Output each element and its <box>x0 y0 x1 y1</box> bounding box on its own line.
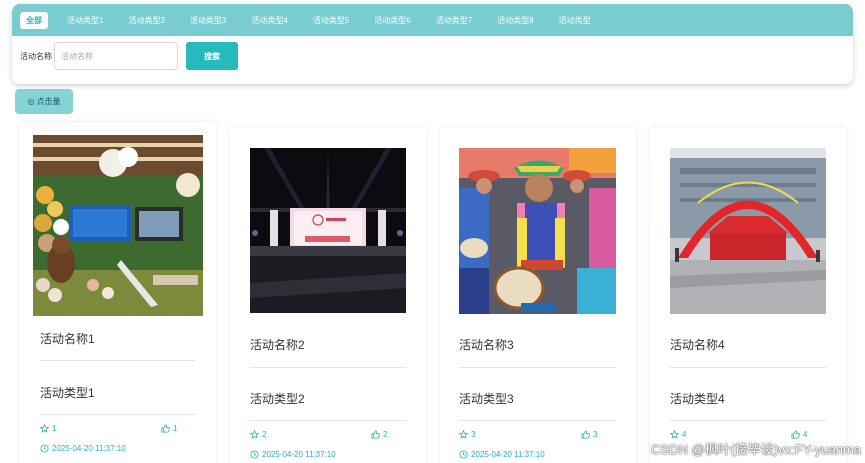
sort-label: 点击量 <box>36 97 61 106</box>
activity-card[interactable]: 活动名称3 活动类型3 3 3 2025-04-20 11:37:10 <box>440 127 636 463</box>
activity-type: 活动类型1 <box>40 386 95 400</box>
divider <box>40 414 195 415</box>
divider <box>40 360 195 361</box>
watermark: CSDN @枫叶(接毕设)vx:FY-yuanma <box>651 442 861 457</box>
like-count-value: 3 <box>593 430 598 439</box>
tab-all[interactable]: 全部 <box>20 11 48 29</box>
activity-image[interactable] <box>459 148 616 314</box>
activity-name: 活动名称4 <box>670 338 725 352</box>
tab-type-1[interactable]: 活动类型1 <box>61 12 109 29</box>
view-count: 1 <box>40 424 56 433</box>
activity-name: 活动名称3 <box>459 338 514 352</box>
search-row: 活动名称 搜索 <box>20 42 238 70</box>
like-count: 2 <box>371 430 387 439</box>
divider <box>459 420 616 421</box>
search-input[interactable] <box>54 42 178 70</box>
search-button[interactable]: 搜索 <box>186 42 238 70</box>
search-label: 活动名称 <box>20 51 52 61</box>
thumbs-up-icon <box>791 430 800 439</box>
like-count-value: 2 <box>383 430 388 439</box>
activity-date-value: 2025-04-20 11:37:10 <box>471 450 545 459</box>
tab-type-2[interactable]: 活动类型2 <box>122 12 170 29</box>
tab-type-9[interactable]: 活动类型 <box>553 12 597 29</box>
activity-card[interactable]: 活动名称2 活动类型2 2 2 2025-04-20 11:37:10 <box>230 127 426 463</box>
like-count: 4 <box>791 430 807 439</box>
activity-type: 活动类型3 <box>459 392 514 406</box>
divider <box>670 367 826 368</box>
view-count-value: 3 <box>471 430 476 439</box>
drum-parade-photo <box>459 148 616 314</box>
star-icon <box>459 430 468 439</box>
activity-date-value: 2025-04-20 11:37:10 <box>52 444 126 453</box>
view-count-value: 1 <box>52 424 57 433</box>
outdoor-arch-photo <box>670 148 826 314</box>
view-count: 3 <box>459 430 475 439</box>
eye-icon: ◎ <box>27 97 35 106</box>
sort-by-views-button[interactable]: ◎ 点击量 <box>15 89 73 114</box>
activity-image[interactable] <box>250 148 406 313</box>
thumbs-up-icon <box>581 430 590 439</box>
tab-type-7[interactable]: 活动类型7 <box>430 12 478 29</box>
tab-type-4[interactable]: 活动类型4 <box>245 12 293 29</box>
stage-event-photo <box>250 148 406 313</box>
view-count: 4 <box>670 430 686 439</box>
divider <box>459 367 616 368</box>
like-count: 1 <box>161 424 177 433</box>
tab-type-8[interactable]: 活动类型8 <box>491 12 539 29</box>
clock-icon <box>250 450 259 459</box>
tab-type-3[interactable]: 活动类型3 <box>184 12 232 29</box>
view-count-value: 4 <box>682 430 687 439</box>
divider <box>250 367 406 368</box>
like-count-value: 1 <box>173 424 178 433</box>
activity-type: 活动类型2 <box>250 392 305 406</box>
tab-type-5[interactable]: 活动类型5 <box>307 12 355 29</box>
view-count: 2 <box>250 430 266 439</box>
clock-icon <box>40 444 49 453</box>
activity-type: 活动类型4 <box>670 392 725 406</box>
star-icon <box>670 430 679 439</box>
activity-date-value: 2025-04-20 11:37:10 <box>262 450 336 459</box>
activity-date: 2025-04-20 11:37:10 <box>250 450 336 459</box>
activity-image[interactable] <box>670 148 826 314</box>
divider <box>670 420 826 421</box>
like-count-value: 4 <box>803 430 808 439</box>
divider <box>250 420 406 421</box>
activity-card[interactable]: 活动名称4 活动类型4 4 4 <box>650 127 846 463</box>
activity-card[interactable]: 活动名称1 活动类型1 1 1 2025-04-20 11:37:10 <box>19 122 216 463</box>
category-tabs: 全部 活动类型1 活动类型2 活动类型3 活动类型4 活动类型5 活动类型6 活… <box>12 4 853 36</box>
thumbs-up-icon <box>161 424 170 433</box>
star-icon <box>250 430 259 439</box>
activity-image[interactable] <box>33 135 203 316</box>
clock-icon <box>459 450 468 459</box>
activity-name: 活动名称2 <box>250 338 305 352</box>
star-icon <box>40 424 49 433</box>
activity-name: 活动名称1 <box>40 332 95 346</box>
activity-date: 2025-04-20 11:37:10 <box>40 444 126 453</box>
like-count: 3 <box>581 430 597 439</box>
activity-date: 2025-04-20 11:37:10 <box>459 450 545 459</box>
view-count-value: 2 <box>262 430 267 439</box>
tab-type-6[interactable]: 活动类型6 <box>368 12 416 29</box>
thumbs-up-icon <box>371 430 380 439</box>
exhibition-hall-photo <box>33 135 203 316</box>
filter-panel: 全部 活动类型1 活动类型2 活动类型3 活动类型4 活动类型5 活动类型6 活… <box>12 4 853 84</box>
